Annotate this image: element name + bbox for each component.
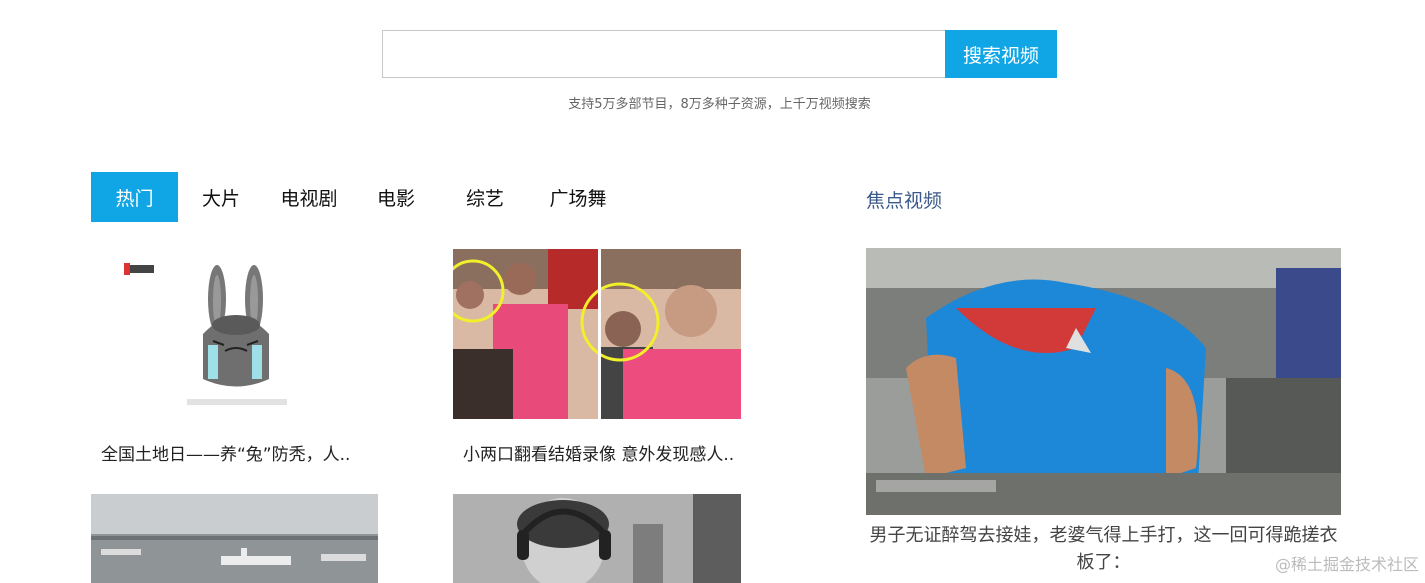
search-hint: 支持5万多部节目，8万多种子资源，上千万视频搜索 [568,97,871,112]
search-input[interactable] [382,30,945,78]
focus-video-title: 焦点视频 [866,190,943,212]
woman-with-headphones-thumbnail-icon [453,494,741,583]
focus-video-caption[interactable]: 男子无证醉驾去接娃，老婆气得上手打，这一回可得跪搓衣板了： [866,522,1341,576]
focus-video-card[interactable] [866,248,1341,515]
video-card[interactable] [91,494,378,583]
video-title[interactable]: 全国土地日——养“兔”防秃，人.. [101,440,376,465]
tab-square-dance[interactable]: 广场舞 [533,172,623,222]
tab-hot[interactable]: 热门 [91,172,178,222]
man-in-blue-shirt-cctv-thumbnail-icon [866,248,1341,515]
video-card[interactable] [453,494,741,583]
video-card[interactable]: 小两口翻看结婚录像 意外发现感人.. [453,249,741,469]
tab-variety[interactable]: 综艺 [450,172,520,222]
search-bar: 搜索视频 [382,30,1057,78]
crying-rabbit-thumbnail-icon [91,249,378,419]
video-card[interactable]: 全国土地日——养“兔”防秃，人.. [91,249,378,469]
tab-tv-series[interactable]: 电视剧 [269,172,349,222]
tab-blockbuster[interactable]: 大片 [186,172,256,222]
search-video-button[interactable]: 搜索视频 [945,30,1057,78]
video-title[interactable]: 小两口翻看结婚录像 意外发现感人.. [463,440,741,465]
airport-planes-thumbnail-icon [91,494,378,583]
wedding-video-thumbnail-icon [453,249,741,419]
watermark: @稀土掘金技术社区 [1274,555,1419,574]
tab-movie[interactable]: 电影 [361,172,431,222]
